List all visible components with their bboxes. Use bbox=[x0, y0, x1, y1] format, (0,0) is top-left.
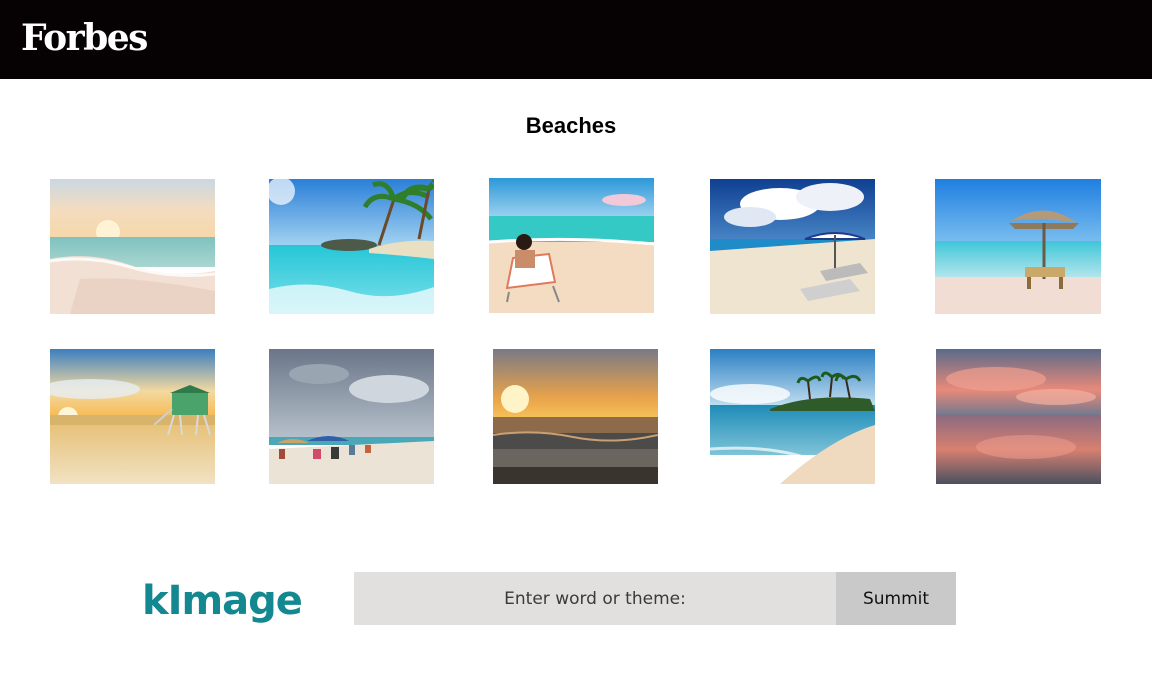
beach-image-3[interactable] bbox=[489, 178, 654, 313]
beach-image-9[interactable] bbox=[710, 349, 875, 484]
beach-image-2[interactable] bbox=[269, 179, 434, 314]
page-title: Beaches bbox=[525, 113, 617, 138]
beach-umbrellas-loungers-image bbox=[710, 179, 875, 314]
forbes-logo[interactable]: Forbes bbox=[21, 14, 148, 62]
tropical-island-palms-image bbox=[710, 349, 875, 484]
beach-image-8[interactable] bbox=[493, 349, 658, 484]
beach-image-10[interactable] bbox=[936, 349, 1101, 484]
top-navigation-bar: Forbes bbox=[0, 0, 1152, 79]
crowded-beach-umbrellas-image bbox=[269, 349, 434, 484]
beach-sunrise-waves-image bbox=[50, 179, 215, 314]
thatched-umbrella-chairs-image bbox=[935, 179, 1101, 314]
submit-button[interactable]: Summit bbox=[836, 572, 956, 625]
lifeguard-tower-sunset-image bbox=[50, 349, 215, 484]
search-input[interactable] bbox=[354, 572, 836, 625]
beach-image-6[interactable] bbox=[50, 349, 215, 484]
beach-image-4[interactable] bbox=[710, 179, 875, 314]
beach-image-7[interactable] bbox=[269, 349, 434, 484]
beach-image-1[interactable] bbox=[50, 179, 215, 314]
woman-beach-chair-image bbox=[489, 178, 654, 313]
tropical-beach-palms-rocks-image bbox=[269, 179, 434, 314]
beach-image-5[interactable] bbox=[935, 179, 1101, 314]
kimage-brand-logo: kImage bbox=[142, 578, 303, 624]
pink-sunset-reflection-image bbox=[936, 349, 1101, 484]
ocean-sunset-waves-image bbox=[493, 349, 658, 484]
